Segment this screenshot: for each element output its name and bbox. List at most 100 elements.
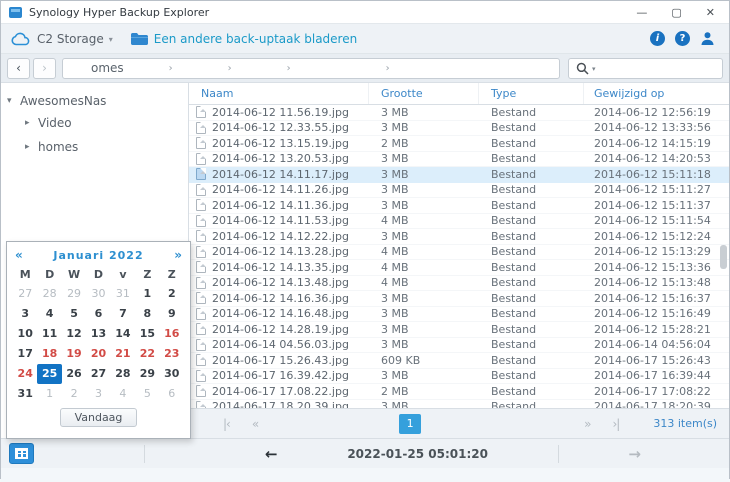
table-row[interactable]: 2014-06-17 15.26.43.jpg609 KBBestand2014… [189, 353, 729, 369]
forward-button[interactable]: › [33, 58, 56, 79]
calendar-day[interactable]: 3 [13, 304, 37, 324]
info-icon[interactable]: i [650, 31, 665, 46]
table-row[interactable]: 2014-06-12 14.13.48.jpg4 MBBestand2014-0… [189, 276, 729, 292]
help-icon[interactable]: ? [675, 31, 690, 46]
search-options-caret[interactable]: ▾ [592, 65, 596, 73]
calendar-day[interactable]: 15 [135, 324, 159, 344]
vertical-scrollbar[interactable] [720, 245, 727, 269]
minimize-button[interactable]: — [636, 7, 647, 18]
calendar-day[interactable]: 3 [86, 384, 110, 404]
table-row[interactable]: 2014-06-14 04.56.03.jpg3 MBBestand2014-0… [189, 338, 729, 354]
calendar-day[interactable]: 24 [13, 364, 37, 384]
calendar-toggle-button[interactable] [9, 443, 34, 464]
calendar-day[interactable]: 27 [13, 284, 37, 304]
calendar-day[interactable]: 26 [62, 364, 86, 384]
calendar-day[interactable]: 7 [111, 304, 135, 324]
table-row[interactable]: 2014-06-12 13.20.53.jpg3 MBBestand2014-0… [189, 152, 729, 168]
storage-dropdown-caret[interactable]: ▾ [109, 35, 113, 44]
calendar-day[interactable]: 31 [13, 384, 37, 404]
table-row[interactable]: 2014-06-12 14.28.19.jpg3 MBBestand2014-0… [189, 322, 729, 338]
calendar-day[interactable]: 5 [62, 304, 86, 324]
calendar-day[interactable]: 4 [37, 304, 61, 324]
calendar-day[interactable]: 23 [160, 344, 184, 364]
calendar-day[interactable]: 19 [62, 344, 86, 364]
table-row[interactable]: 2014-06-17 18.20.39.jpg3 MBBestand2014-0… [189, 400, 729, 409]
first-page-icon[interactable]: |‹ [223, 417, 230, 431]
calendar-day[interactable]: 30 [86, 284, 110, 304]
calendar-day[interactable]: 29 [135, 364, 159, 384]
calendar-day[interactable]: 18 [37, 344, 61, 364]
search-input[interactable]: ▾ [568, 58, 723, 79]
table-row[interactable]: 2014-06-17 17.08.22.jpg2 MBBestand2014-0… [189, 384, 729, 400]
calendar-day[interactable]: 12 [62, 324, 86, 344]
tree-collapse-icon[interactable]: ▸ [25, 118, 33, 128]
table-row[interactable]: 2014-06-12 14.13.28.jpg4 MBBestand2014-0… [189, 245, 729, 261]
sidebar-item-homes[interactable]: ▸ homes [1, 135, 188, 159]
column-header-naam[interactable]: Naam [189, 83, 369, 104]
column-header-gewijzigd-op[interactable]: Gewijzigd op [584, 83, 729, 104]
last-page-icon[interactable]: ›| [613, 417, 620, 431]
tree-item-label[interactable]: homes [38, 140, 78, 154]
calendar-day[interactable]: 20 [86, 344, 110, 364]
calendar-day[interactable]: 14 [111, 324, 135, 344]
storage-selector-label[interactable]: C2 Storage [37, 32, 104, 46]
calendar-day[interactable]: 28 [37, 284, 61, 304]
tree-root-awesomesnas[interactable]: ▾ AwesomesNas [1, 91, 188, 111]
table-row[interactable]: 2014-06-12 12.33.55.jpg3 MBBestand2014-0… [189, 121, 729, 137]
table-row[interactable]: 2014-06-12 14.16.36.jpg3 MBBestand2014-0… [189, 291, 729, 307]
tree-collapse-icon[interactable]: ▸ [25, 142, 33, 152]
page-number-button[interactable]: 1 [399, 414, 421, 434]
calendar-day[interactable]: 10 [13, 324, 37, 344]
column-header-grootte[interactable]: Grootte [369, 83, 479, 104]
calendar-day[interactable]: 28 [111, 364, 135, 384]
user-icon[interactable] [700, 31, 715, 46]
previous-version-arrow[interactable]: ← [265, 445, 278, 463]
calendar-month-year[interactable]: Januari 2022 [23, 249, 174, 262]
today-button[interactable]: Vandaag [60, 408, 138, 427]
table-row[interactable]: 2014-06-12 11.56.19.jpg3 MBBestand2014-0… [189, 105, 729, 121]
tree-expand-icon[interactable]: ▾ [7, 96, 15, 106]
calendar-day[interactable]: 30 [160, 364, 184, 384]
table-row[interactable]: 2014-06-12 14.11.36.jpg3 MBBestand2014-0… [189, 198, 729, 214]
table-row[interactable]: 2014-06-12 14.11.53.jpg4 MBBestand2014-0… [189, 214, 729, 230]
calendar-day[interactable]: 5 [135, 384, 159, 404]
calendar-day[interactable]: 6 [160, 384, 184, 404]
calendar-day[interactable]: 22 [135, 344, 159, 364]
table-row[interactable]: 2014-06-12 14.12.22.jpg3 MBBestand2014-0… [189, 229, 729, 245]
table-row[interactable]: 2014-06-12 14.11.26.jpg3 MBBestand2014-0… [189, 183, 729, 199]
breadcrumb[interactable]: omes › › › › [62, 58, 560, 79]
table-row[interactable]: 2014-06-12 13.15.19.jpg2 MBBestand2014-0… [189, 136, 729, 152]
calendar-day[interactable]: 16 [160, 324, 184, 344]
prev-month-icon[interactable]: « [15, 248, 23, 262]
calendar-day[interactable]: 2 [62, 384, 86, 404]
calendar-day[interactable]: 6 [86, 304, 110, 324]
calendar-day[interactable]: 8 [135, 304, 159, 324]
back-button[interactable]: ‹ [7, 58, 30, 79]
table-row[interactable]: 2014-06-12 14.13.35.jpg4 MBBestand2014-0… [189, 260, 729, 276]
next-page-icon[interactable]: » [584, 417, 590, 431]
calendar-day[interactable]: 31 [111, 284, 135, 304]
maximize-button[interactable]: ▢ [671, 7, 681, 18]
close-button[interactable]: ✕ [706, 7, 715, 18]
calendar-day[interactable]: 1 [135, 284, 159, 304]
tree-root-label[interactable]: AwesomesNas [20, 94, 106, 108]
table-row[interactable]: 2014-06-12 14.16.48.jpg3 MBBestand2014-0… [189, 307, 729, 323]
calendar-day[interactable]: 17 [13, 344, 37, 364]
next-version-arrow[interactable]: → [628, 445, 641, 463]
calendar-day[interactable]: 1 [37, 384, 61, 404]
calendar-day[interactable]: 29 [62, 284, 86, 304]
next-month-icon[interactable]: » [174, 248, 182, 262]
calendar-day[interactable]: 4 [111, 384, 135, 404]
browse-other-backup-link[interactable]: Een andere back-uptaak bladeren [154, 32, 357, 46]
tree-item-label[interactable]: Video [38, 116, 72, 130]
calendar-day[interactable]: 13 [86, 324, 110, 344]
calendar-day[interactable]: 9 [160, 304, 184, 324]
calendar-day[interactable]: 2 [160, 284, 184, 304]
table-row[interactable]: 2014-06-17 16.39.42.jpg3 MBBestand2014-0… [189, 369, 729, 385]
column-header-type[interactable]: Type [479, 83, 584, 104]
calendar-day[interactable]: 21 [111, 344, 135, 364]
table-row[interactable]: 2014-06-12 14.11.17.jpg3 MBBestand2014-0… [189, 167, 729, 183]
calendar-day[interactable]: 27 [86, 364, 110, 384]
calendar-day-selected[interactable]: 25 [37, 364, 61, 384]
sidebar-item-video[interactable]: ▸ Video [1, 111, 188, 135]
